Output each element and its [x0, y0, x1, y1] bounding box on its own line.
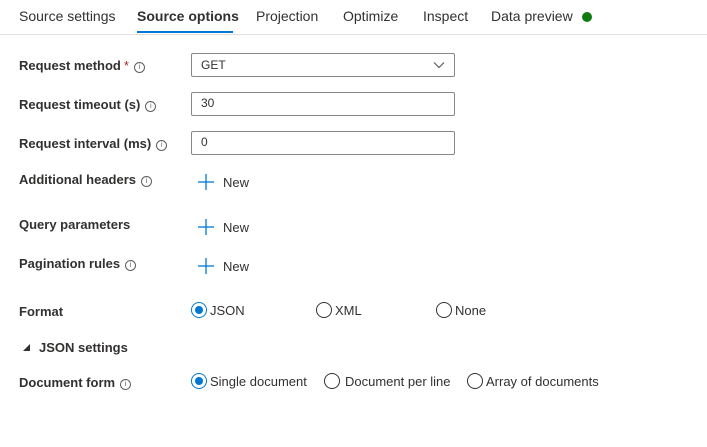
json-settings-label: JSON settings	[39, 340, 128, 355]
format-option-label: XML	[335, 303, 362, 318]
document-form-option-label: Document per line	[345, 374, 451, 389]
plus-icon	[198, 174, 214, 190]
request-interval-input[interactable]	[201, 135, 441, 149]
request-method-dropdown[interactable]: GET	[191, 53, 455, 77]
request-timeout-field[interactable]	[191, 92, 455, 116]
pagination-rules-label-text: Pagination rules	[19, 256, 121, 271]
info-icon[interactable]: i	[120, 379, 132, 390]
add-pagination-rule-label: New	[223, 259, 250, 274]
request-timeout-input[interactable]	[201, 96, 441, 110]
tab-projection[interactable]: Projection	[256, 8, 318, 24]
tab-source-settings[interactable]: Source settings	[19, 8, 116, 24]
add-header-label: New	[223, 175, 250, 190]
active-tab-indicator	[137, 31, 233, 33]
data-preview-status-dot	[582, 12, 592, 22]
request-interval-label: Request interval (ms) i	[19, 136, 168, 151]
document-form-option-label: Array of documents	[486, 374, 599, 389]
radio-unselected-icon	[436, 302, 452, 318]
query-parameters-label-text: Query parameters	[19, 217, 131, 232]
info-icon[interactable]: i	[156, 140, 168, 151]
document-form-label: Document form i	[19, 375, 132, 390]
tab-inspect[interactable]: Inspect	[423, 8, 468, 24]
additional-headers-label-text: Additional headers	[19, 172, 137, 187]
plus-icon	[198, 219, 214, 235]
required-mark: *	[123, 58, 129, 73]
info-icon[interactable]: i	[145, 101, 157, 112]
radio-unselected-icon	[316, 302, 332, 318]
document-form-label-text: Document form	[19, 375, 116, 390]
request-method-label-text: Request method	[19, 58, 121, 73]
request-method-label: Request method * i	[19, 58, 145, 73]
query-parameters-label: Query parameters	[19, 217, 130, 232]
additional-headers-label: Additional headers i	[19, 172, 153, 187]
format-label: Format	[19, 304, 63, 319]
info-icon[interactable]: i	[125, 260, 137, 271]
info-icon[interactable]: i	[141, 176, 153, 187]
plus-icon	[198, 258, 214, 274]
radio-unselected-icon	[324, 373, 340, 389]
info-icon[interactable]: i	[133, 62, 145, 73]
radio-selected-icon	[191, 373, 207, 389]
request-timeout-label: Request timeout (s) i	[19, 97, 157, 112]
request-method-value: GET	[201, 58, 226, 72]
tab-data-preview[interactable]: Data preview	[491, 8, 573, 24]
chevron-down-icon	[433, 62, 445, 69]
request-timeout-label-text: Request timeout (s)	[19, 97, 141, 112]
request-interval-field[interactable]	[191, 131, 455, 155]
format-label-text: Format	[19, 304, 64, 319]
document-form-option-label: Single document	[210, 374, 307, 389]
radio-unselected-icon	[467, 373, 483, 389]
tab-source-options[interactable]: Source options	[137, 8, 239, 24]
format-option-label: JSON	[210, 303, 245, 318]
pagination-rules-label: Pagination rules i	[19, 256, 137, 271]
tab-bar: Source settings Source options Projectio…	[0, 0, 707, 35]
tab-optimize[interactable]: Optimize	[343, 8, 398, 24]
add-query-parameter-label: New	[223, 220, 250, 235]
triangle-expanded-icon	[23, 344, 30, 351]
format-option-label: None	[455, 303, 487, 318]
radio-selected-icon	[191, 302, 207, 318]
request-interval-label-text: Request interval (ms)	[19, 136, 152, 151]
